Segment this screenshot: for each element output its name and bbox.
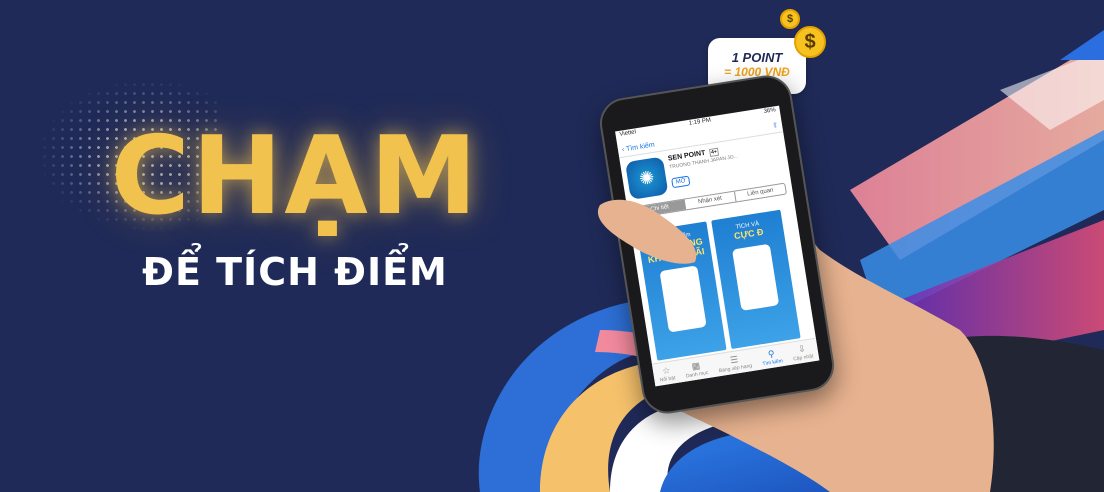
headline-title: CHẠM (110, 114, 480, 239)
point-bubble-line1: 1 POINT (731, 50, 783, 65)
tab-featured[interactable]: ☆ Nổi bật (658, 364, 676, 383)
phone-screen: Viettel 1:19 PM 36% ‹ Tìm kiếm ⇪ ✺ SEN P… (615, 105, 820, 387)
battery-label: 36% (763, 107, 777, 116)
coin-icon: $ (794, 26, 826, 58)
app-logo-icon: ✺ (625, 156, 669, 200)
app-screenshot[interactable]: TÍCH VÀ CỰC Đ (711, 209, 801, 350)
screenshot-carousel[interactable]: 28 sản phẩm PHIẾU CÙNG KHUYẾN MÃI TÍCH V… (631, 207, 815, 361)
mini-phone-illustration (732, 243, 780, 311)
app-screenshot[interactable]: 28 sản phẩm PHIẾU CÙNG KHUYẾN MÃI (637, 221, 727, 361)
tab-label: Nổi bật (659, 374, 676, 384)
tab-top-charts[interactable]: ☰ Bảng xếp hạng (717, 352, 752, 374)
open-button[interactable]: MỞ (671, 175, 691, 189)
headline: CHẠM ĐỂ TÍCH ĐIỂM (110, 112, 480, 294)
tab-categories[interactable]: ▦ Danh mục (684, 359, 708, 379)
tab-updates[interactable]: ⇩ Cập nhật (791, 342, 814, 362)
back-label: Tìm kiếm (625, 141, 656, 153)
streak-shape (1060, 30, 1104, 60)
coin-icon: $ (780, 9, 800, 29)
mini-phone-illustration (659, 265, 707, 333)
headline-subtitle: ĐỂ TÍCH ĐIỂM (142, 250, 448, 294)
tab-search[interactable]: ⚲ Tìm kiếm (760, 347, 783, 367)
back-button[interactable]: ‹ Tìm kiếm (621, 141, 655, 153)
age-badge: 4+ (708, 147, 720, 158)
banner: CHẠM ĐỂ TÍCH ĐIỂM $ 1 POINT = 1000 VNĐ $… (0, 0, 1104, 492)
share-icon[interactable]: ⇪ (772, 121, 779, 130)
